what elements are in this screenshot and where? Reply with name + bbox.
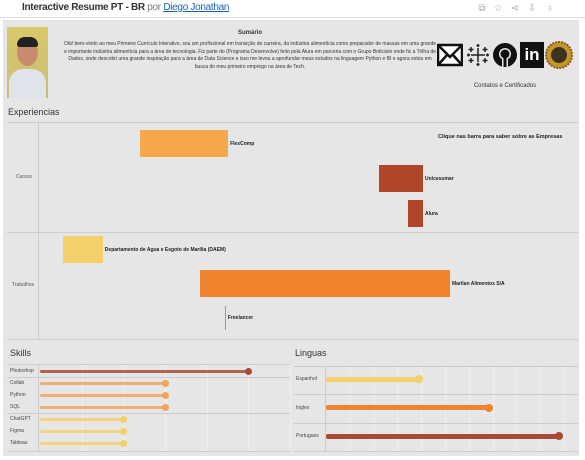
star-icon[interactable]: ☆	[492, 3, 504, 14]
language-dot[interactable]	[555, 432, 563, 440]
skill-dot[interactable]	[162, 380, 169, 387]
skill-bar[interactable]	[40, 394, 165, 397]
share-icon[interactable]: ⋖	[509, 3, 521, 14]
by-label: por	[147, 2, 161, 13]
download-icon[interactable]: ⇩	[526, 3, 538, 14]
summary-text: Olá! bem-vindo ao meu Primeiro Currículo…	[63, 41, 437, 70]
experience-label: Alura	[425, 210, 438, 217]
skill-dot[interactable]	[245, 368, 253, 375]
skill-bar[interactable]	[40, 418, 124, 421]
skills-title: Skills	[10, 348, 32, 358]
divider	[7, 451, 290, 452]
experience-bar[interactable]	[224, 306, 226, 330]
skill-label: Tableau	[10, 440, 28, 446]
language-label: Portugues	[296, 433, 319, 439]
skill-label: Photoshop	[10, 368, 34, 374]
summary-title: Sumário	[237, 30, 262, 36]
divider	[294, 423, 578, 424]
gridline	[564, 366, 565, 452]
skill-dot[interactable]	[120, 428, 128, 435]
contacts-label: Contatos e Certificados	[473, 83, 537, 89]
languages-title: Linguas	[295, 348, 327, 358]
experience-bar[interactable]	[378, 165, 423, 192]
gridline	[540, 366, 542, 452]
skill-bar[interactable]	[40, 382, 165, 385]
skill-dot[interactable]	[120, 440, 128, 447]
language-label: Espanhol	[296, 376, 317, 382]
skill-label: ChatGPT	[10, 416, 31, 422]
divider	[294, 451, 578, 452]
skill-dot[interactable]	[162, 404, 169, 411]
skill-bar[interactable]	[40, 442, 124, 445]
group-divider	[7, 377, 290, 378]
experience-label: FlexComp	[230, 140, 255, 147]
tableau-icon[interactable]	[465, 39, 491, 71]
skill-bar[interactable]	[40, 430, 124, 433]
experience-bar[interactable]	[200, 270, 451, 297]
skill-label: Python	[10, 392, 26, 398]
chart-hint: Clique nas barra para saber sobre as Emp…	[438, 134, 563, 140]
linkedin-icon[interactable]: in	[519, 39, 545, 71]
experiences-chart: Cursos Trabalhos FlexComp Unicesumar Alura…	[7, 122, 578, 340]
skill-dot[interactable]	[162, 392, 169, 399]
skill-bar[interactable]	[40, 370, 249, 373]
experience-bar[interactable]	[62, 236, 103, 263]
row-label-cursos: Cursos	[16, 174, 32, 180]
language-dot[interactable]	[485, 403, 494, 412]
experience-label: Marilan Alimentos S/A	[452, 280, 505, 287]
copy-icon[interactable]: ⧉	[476, 3, 488, 14]
group-divider	[7, 413, 290, 414]
title-bar: Interactive Resume PT - BR por Diego Jon…	[0, 0, 585, 18]
github-icon[interactable]	[491, 39, 519, 71]
skill-label: Figma	[10, 428, 24, 434]
skill-dot[interactable]	[120, 416, 128, 423]
languages-chart: Espanhol Ingles Portugues	[294, 366, 578, 452]
skill-label: Collab	[10, 380, 25, 386]
divider	[294, 394, 578, 395]
skill-label: SQL	[10, 404, 21, 410]
divider	[7, 364, 290, 365]
gridline	[290, 364, 291, 452]
language-bar[interactable]	[326, 376, 420, 382]
profile-photo	[7, 27, 48, 98]
experiences-title: Experiencias	[8, 107, 60, 117]
experience-label: Unicesumar	[425, 175, 454, 182]
experience-bar[interactable]	[140, 130, 229, 157]
skills-chart: Photoshop Collab Python SQL ChatGPT Figma Tabl…	[7, 364, 291, 452]
divider	[294, 366, 578, 367]
workbook-name: Interactive Resume PT - BR	[22, 2, 145, 13]
language-bar[interactable]	[326, 433, 559, 439]
badge-icon[interactable]: ♁	[544, 3, 556, 14]
experience-label: Freelancer	[227, 315, 254, 321]
experience-bar[interactable]	[407, 200, 423, 227]
experience-label: Departamento de Agua e Esgoto de Marília…	[104, 246, 226, 253]
workbook-title: Interactive Resume PT - BR por Diego Jon…	[22, 2, 229, 13]
gmail-icon[interactable]	[436, 39, 464, 71]
skill-bar[interactable]	[40, 406, 165, 409]
author-link[interactable]: Diego Jonathan	[163, 2, 229, 13]
language-label: Ingles	[296, 404, 310, 411]
language-bar[interactable]	[326, 405, 490, 410]
row-label-trabalhos: Trabalhos	[12, 282, 35, 288]
certificate-seal-icon[interactable]	[545, 39, 573, 71]
gridline	[516, 366, 518, 452]
